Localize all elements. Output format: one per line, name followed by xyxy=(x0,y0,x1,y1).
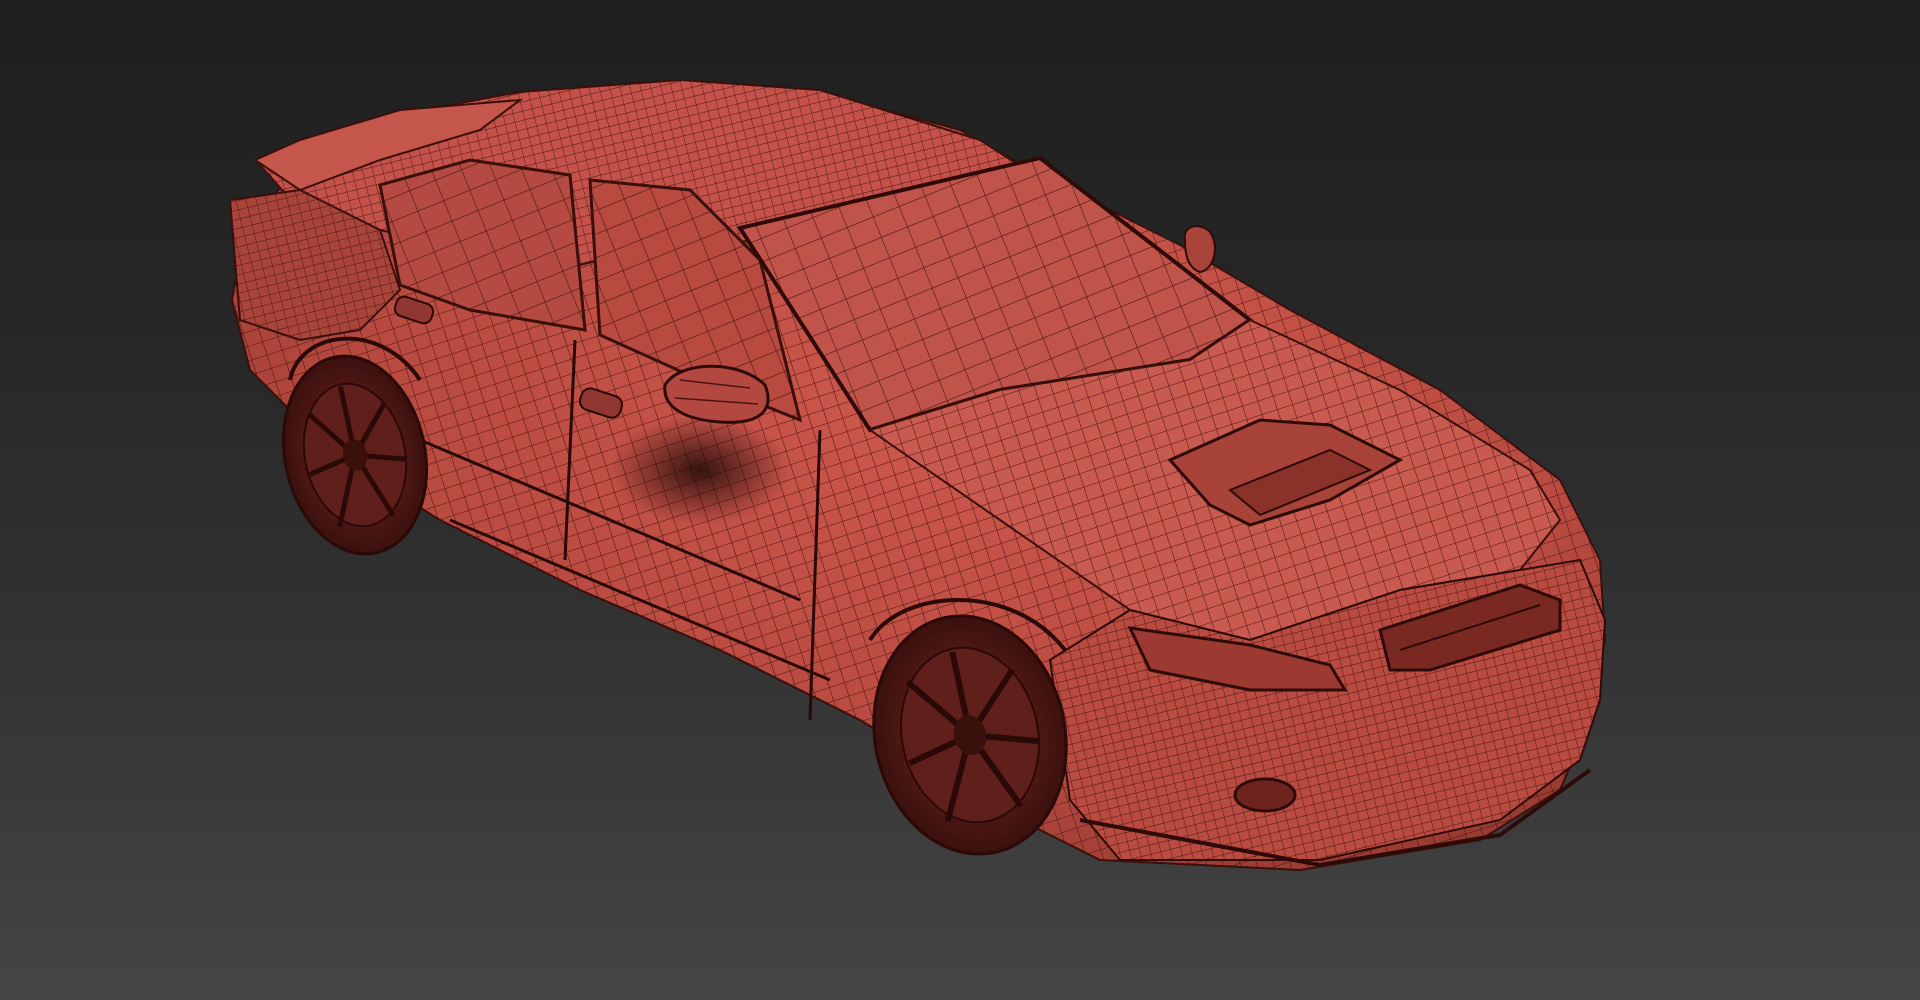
fog-light xyxy=(1233,777,1297,813)
car-wireframe-render xyxy=(228,78,1607,872)
mirror-shadow xyxy=(610,415,790,525)
3d-viewport[interactable] xyxy=(0,0,1920,1000)
